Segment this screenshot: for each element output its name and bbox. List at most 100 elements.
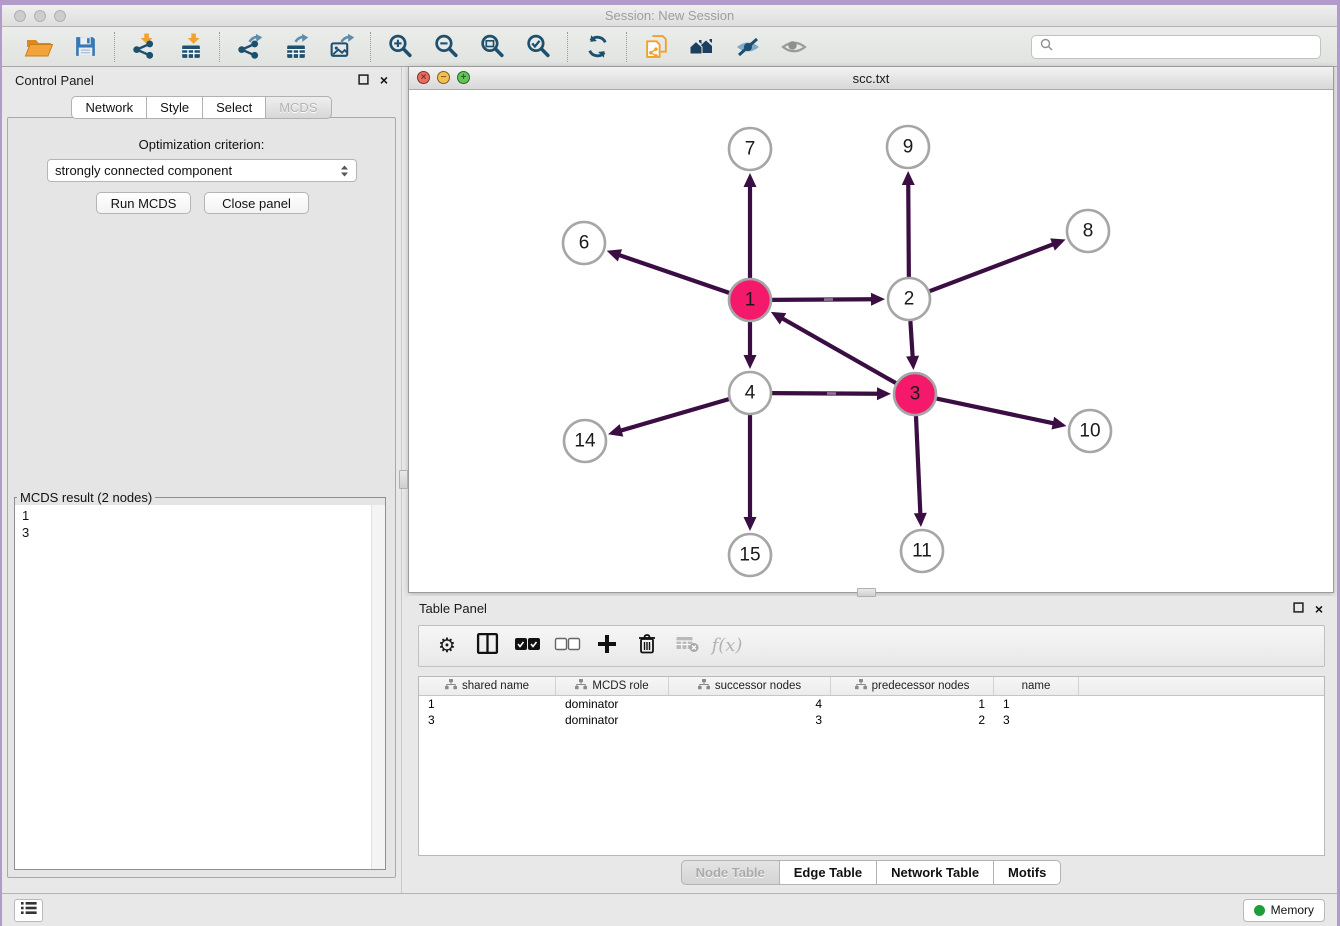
node-3[interactable]: 3 — [894, 373, 936, 415]
export-table-button[interactable] — [275, 31, 315, 63]
close-table-panel-icon[interactable]: × — [1315, 602, 1323, 616]
tab-edge-table[interactable]: Edge Table — [779, 860, 877, 885]
zoom-out-button[interactable] — [426, 31, 466, 63]
tab-mcds[interactable]: MCDS — [265, 96, 331, 119]
tab-network[interactable]: Network — [71, 96, 147, 119]
export-image-button[interactable] — [321, 31, 361, 63]
import-network-button[interactable] — [124, 31, 164, 63]
edge-2-9[interactable] — [902, 171, 915, 277]
network-window-titlebar[interactable]: × − + scc.txt — [409, 67, 1333, 90]
table-cell[interactable]: 1 — [994, 696, 1079, 712]
horizontal-splitter-handle[interactable] — [857, 588, 876, 597]
control-panel-title: Control Panel — [15, 73, 94, 88]
edge-2-8[interactable] — [930, 238, 1066, 291]
edge-3-10[interactable] — [937, 399, 1067, 430]
search-input[interactable] — [1059, 39, 1312, 55]
result-item[interactable]: 1 — [22, 507, 367, 524]
table-cell[interactable]: 3 — [419, 712, 556, 728]
edge-4-15[interactable] — [744, 415, 757, 531]
select-all-button[interactable] — [509, 629, 545, 663]
show-detail-eye-button[interactable] — [774, 31, 814, 63]
network-window-title: scc.txt — [409, 67, 1333, 90]
table-panel: Table Panel × ⚙f(x) shared nameMCDS role… — [408, 596, 1334, 890]
refresh-layout-button[interactable] — [577, 31, 617, 63]
result-item[interactable]: 3 — [22, 524, 367, 541]
edge-1-7[interactable] — [744, 173, 757, 278]
save-session-button[interactable] — [65, 31, 105, 63]
clone-network-button[interactable] — [636, 31, 676, 63]
node-1[interactable]: 1 — [729, 279, 771, 321]
add-row-button[interactable] — [589, 629, 625, 663]
tab-select[interactable]: Select — [202, 96, 266, 119]
node-9[interactable]: 9 — [887, 126, 929, 168]
result-scrollbar[interactable] — [371, 505, 385, 869]
table-row[interactable]: 3dominator323 — [419, 712, 1324, 728]
close-panel-icon[interactable]: × — [380, 73, 388, 87]
table-cell[interactable]: 3 — [669, 712, 831, 728]
zoom-fit-button[interactable] — [472, 31, 512, 63]
node-6[interactable]: 6 — [563, 222, 605, 264]
table-cell[interactable]: dominator — [556, 712, 669, 728]
table-cell[interactable]: dominator — [556, 696, 669, 712]
node-4[interactable]: 4 — [729, 372, 771, 414]
column-header-shared-name[interactable]: shared name — [419, 677, 556, 695]
column-header-name[interactable]: name — [994, 677, 1079, 695]
tab-node-table[interactable]: Node Table — [681, 860, 780, 885]
overview-home-button[interactable] — [682, 31, 722, 63]
arrowhead-icon — [744, 173, 757, 187]
zoom-selected-button[interactable] — [518, 31, 558, 63]
open-file-button[interactable] — [19, 31, 59, 63]
edge-4-14[interactable] — [608, 399, 729, 436]
node-11[interactable]: 11 — [901, 530, 943, 572]
column-header-filler — [1079, 677, 1324, 695]
memory-button[interactable]: Memory — [1243, 899, 1325, 922]
zoom-in-button[interactable] — [380, 31, 420, 63]
run-mcds-button[interactable]: Run MCDS — [96, 192, 191, 214]
table-cell[interactable]: 4 — [669, 696, 831, 712]
criterion-select[interactable]: strongly connected component — [47, 159, 357, 182]
edge-1-4[interactable] — [744, 322, 757, 369]
node-15[interactable]: 15 — [729, 534, 771, 576]
table-cell[interactable]: 1 — [831, 696, 994, 712]
tab-motifs[interactable]: Motifs — [993, 860, 1061, 885]
node-2[interactable]: 2 — [888, 278, 930, 320]
settings-button[interactable]: ⚙ — [429, 629, 465, 663]
tab-style[interactable]: Style — [146, 96, 203, 119]
export-table-icon — [282, 33, 309, 60]
columns-button[interactable] — [469, 629, 505, 663]
edge-3-1[interactable] — [771, 312, 896, 383]
search-box[interactable] — [1031, 35, 1321, 59]
task-history-button[interactable] — [14, 899, 43, 922]
edge-1-2[interactable] — [772, 293, 885, 306]
network-canvas[interactable]: 1 2 3 4 6 7 8 9 10 11 14 15 — [409, 91, 1333, 592]
table-cell[interactable]: 2 — [831, 712, 994, 728]
float-panel-icon[interactable] — [358, 73, 369, 88]
edge-3-11[interactable] — [914, 416, 927, 527]
column-header-predecessor-nodes[interactable]: predecessor nodes — [831, 677, 994, 695]
node-10[interactable]: 10 — [1069, 410, 1111, 452]
node-8[interactable]: 8 — [1067, 210, 1109, 252]
deselect-all-button[interactable] — [549, 629, 585, 663]
table-cell[interactable]: 1 — [419, 696, 556, 712]
export-network-button[interactable] — [229, 31, 269, 63]
import-table-button[interactable] — [170, 31, 210, 63]
column-header-MCDS-role[interactable]: MCDS role — [556, 677, 669, 695]
delete-row-button[interactable] — [629, 629, 665, 663]
edge-1-6[interactable] — [607, 249, 729, 293]
tab-network-table[interactable]: Network Table — [876, 860, 994, 885]
edge-4-3[interactable] — [772, 387, 891, 400]
node-label: 11 — [912, 541, 932, 562]
table-row[interactable]: 1dominator411 — [419, 696, 1324, 712]
node-7[interactable]: 7 — [729, 128, 771, 170]
edge-2-3[interactable] — [906, 321, 919, 370]
float-table-panel-icon[interactable] — [1293, 601, 1304, 616]
node-14[interactable]: 14 — [564, 420, 606, 462]
table-cell[interactable]: 3 — [994, 712, 1079, 728]
memory-status-icon — [1254, 905, 1265, 916]
select-chevrons-icon — [340, 164, 349, 178]
criterion-value: strongly connected component — [55, 163, 232, 178]
vertical-splitter-handle[interactable] — [399, 470, 408, 489]
close-panel-button[interactable]: Close panel — [204, 192, 309, 214]
column-header-successor-nodes[interactable]: successor nodes — [669, 677, 831, 695]
hide-detail-eye-button[interactable] — [728, 31, 768, 63]
